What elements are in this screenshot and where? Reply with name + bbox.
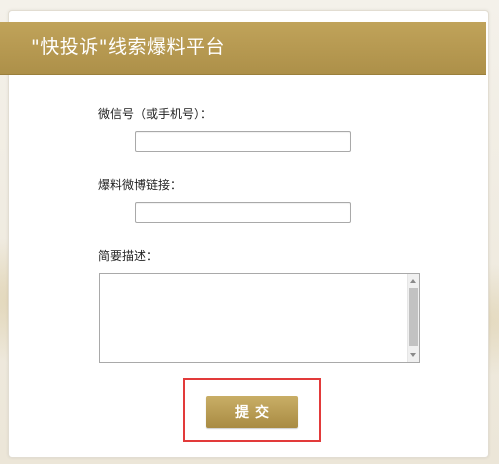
- description-scrollbar[interactable]: [407, 274, 419, 362]
- wechat-label: 微信号（或手机号）：: [98, 107, 213, 121]
- header-bar: "快投诉"线索爆料平台: [0, 22, 486, 75]
- scroll-thumb[interactable]: [409, 288, 418, 346]
- weibo-link-label: 爆料微博链接：: [98, 178, 183, 192]
- scroll-down-arrow-icon[interactable]: [410, 353, 416, 357]
- weibo-link-input[interactable]: [135, 202, 351, 223]
- submit-button[interactable]: 提交: [206, 396, 298, 428]
- page-title: "快投诉"线索爆料平台: [31, 36, 225, 58]
- description-textarea[interactable]: [99, 273, 420, 363]
- wechat-input[interactable]: [135, 131, 351, 152]
- scroll-up-arrow-icon[interactable]: [410, 279, 416, 283]
- description-label: 简要描述：: [98, 249, 159, 263]
